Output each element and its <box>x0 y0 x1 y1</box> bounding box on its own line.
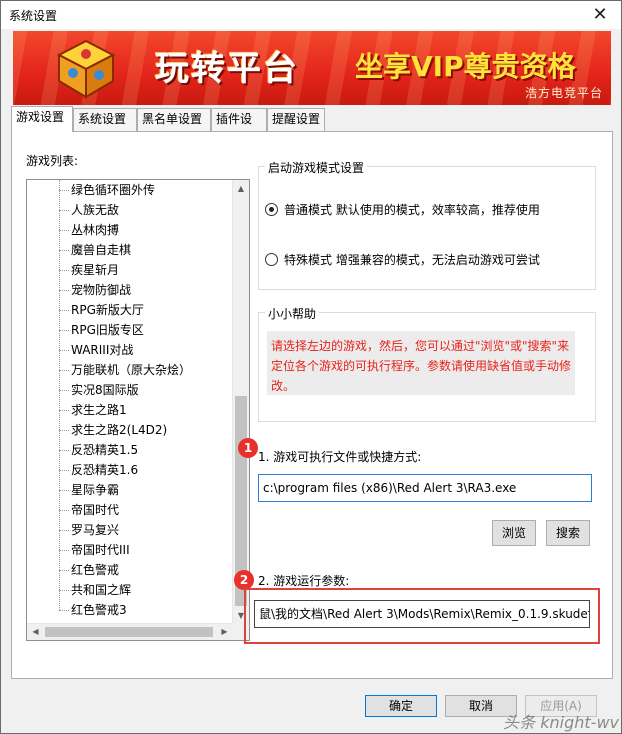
launch-mode-group: 启动游戏模式设置 普通模式 默认使用的模式，效率较高，推荐使用 特殊模式 增强兼… <box>258 159 596 290</box>
tree-item[interactable]: 红色警戒3 <box>59 600 127 620</box>
tab-blacklist-settings[interactable]: 黑名单设置 <box>137 108 211 131</box>
scroll-left-icon[interactable]: ◀ <box>27 624 44 640</box>
tree-item[interactable]: 实况8国际版 <box>59 380 139 400</box>
close-icon[interactable]: ✕ <box>585 3 615 27</box>
params-input[interactable]: 鼠\我的文档\Red Alert 3\Mods\Remix\Remix_0.1.… <box>254 600 590 628</box>
tree-horizontal-scrollbar[interactable]: ◀ ▶ <box>27 623 233 640</box>
normal-mode-label: 普通模式 默认使用的模式，效率较高，推荐使用 <box>284 203 540 217</box>
tree-item[interactable]: 人族无敌 <box>59 200 119 220</box>
help-text: 请选择左边的游戏，然后，您可以通过"浏览"或"搜索"来定位各个游戏的可执行程序。… <box>267 331 575 395</box>
tree-item[interactable]: 宠物防御战 <box>59 280 131 300</box>
scroll-up-icon[interactable]: ▲ <box>233 180 249 197</box>
tree-item[interactable]: 求生之路1 <box>59 400 127 420</box>
promo-banner[interactable]: 玩转平台 坐享VIP尊贵资格 浩方电竞平台 <box>13 31 611 105</box>
help-title: 小小帮助 <box>265 305 320 322</box>
tree-item[interactable]: 反恐精英1.6 <box>59 460 138 480</box>
game-list-label: 游戏列表: <box>26 154 79 168</box>
tree-item[interactable]: 疾星斩月 <box>59 260 119 280</box>
exe-path-input[interactable]: c:\program files (x86)\Red Alert 3\RA3.e… <box>258 474 592 502</box>
tab-plugin-settings[interactable]: 插件设置 <box>211 108 267 147</box>
tree-vertical-scrollbar[interactable]: ▲ ▼ <box>232 180 249 624</box>
step-1-badge: 1 <box>238 438 258 458</box>
tree-item[interactable]: 丛林肉搏 <box>59 220 119 240</box>
browse-button[interactable]: 浏览 <box>492 520 536 546</box>
radio-button-checked[interactable] <box>265 203 278 216</box>
radio-button[interactable] <box>265 253 278 266</box>
radio-special-mode[interactable]: 特殊模式 增强兼容的模式，无法启动游戏可尝试 <box>265 251 540 268</box>
exe-field-label: 1. 游戏可执行文件或快捷方式: <box>258 450 422 464</box>
banner-slogan: 坐享VIP尊贵资格 <box>355 50 576 83</box>
watermark: 头条 knight-wv <box>503 713 619 732</box>
special-mode-label: 特殊模式 增强兼容的模式，无法启动游戏可尝试 <box>284 253 540 267</box>
step-2-badge: 2 <box>234 570 254 590</box>
tree-item[interactable]: 帝国时代III <box>59 540 130 560</box>
tab-reminder-settings[interactable]: 提醒设置 <box>267 108 325 131</box>
launch-mode-title: 启动游戏模式设置 <box>265 159 368 176</box>
help-group: 小小帮助 请选择左边的游戏，然后，您可以通过"浏览"或"搜索"来定位各个游戏的可… <box>258 305 596 422</box>
tree-item[interactable]: WARIII对战 <box>59 340 133 360</box>
settings-window: 系统设置 ✕ 玩转平台 坐享VIP尊贵资格 浩方电竞平台 游戏设置 系统设置 黑… <box>0 0 622 734</box>
tab-system-settings[interactable]: 系统设置 <box>73 108 137 131</box>
tree-item[interactable]: 万能联机（原大杂烩） <box>59 360 191 380</box>
radio-normal-mode[interactable]: 普通模式 默认使用的模式，效率较高，推荐使用 <box>265 201 540 218</box>
scroll-right-icon[interactable]: ▶ <box>216 624 233 640</box>
scroll-thumb[interactable] <box>45 627 213 637</box>
tree-item[interactable]: 魔兽自走棋 <box>59 240 131 260</box>
banner-subtitle: 浩方电竞平台 <box>524 86 603 100</box>
tree-item[interactable]: 共和国之辉 <box>59 580 131 600</box>
window-title: 系统设置 <box>9 9 58 23</box>
game-settings-panel: 游戏列表: 绿色循环圈外传 人族无敌 丛林肉搏 魔兽自走棋 疾星斩月 宠物防御战… <box>11 131 613 679</box>
tree-item[interactable]: 反恐精英1.5 <box>59 440 138 460</box>
banner-brand: 玩转平台 <box>155 49 299 89</box>
tab-game-settings[interactable]: 游戏设置 <box>11 106 73 132</box>
game-tree[interactable]: 绿色循环圈外传 人族无敌 丛林肉搏 魔兽自走棋 疾星斩月 宠物防御战 RPG新版… <box>26 179 250 641</box>
ok-button[interactable]: 确定 <box>365 695 437 717</box>
tree-item[interactable]: 帝国时代 <box>59 500 119 520</box>
tree-item[interactable]: 求生之路2(L4D2) <box>59 420 167 440</box>
tree-item[interactable]: RPG旧版专区 <box>59 320 144 340</box>
title-bar[interactable]: 系统设置 ✕ <box>1 1 621 29</box>
tree-item[interactable]: 绿色循环圈外传 <box>59 180 155 200</box>
params-field-label: 2. 游戏运行参数: <box>258 574 350 588</box>
tree-item[interactable]: 星际争霸 <box>59 480 119 500</box>
cube-logo-icon <box>56 39 116 99</box>
tree-item[interactable]: RPG新版大厅 <box>59 300 144 320</box>
search-button[interactable]: 搜索 <box>546 520 590 546</box>
tree-item[interactable]: 罗马复兴 <box>59 520 119 540</box>
tree-item[interactable]: 红色警戒 <box>59 560 119 580</box>
